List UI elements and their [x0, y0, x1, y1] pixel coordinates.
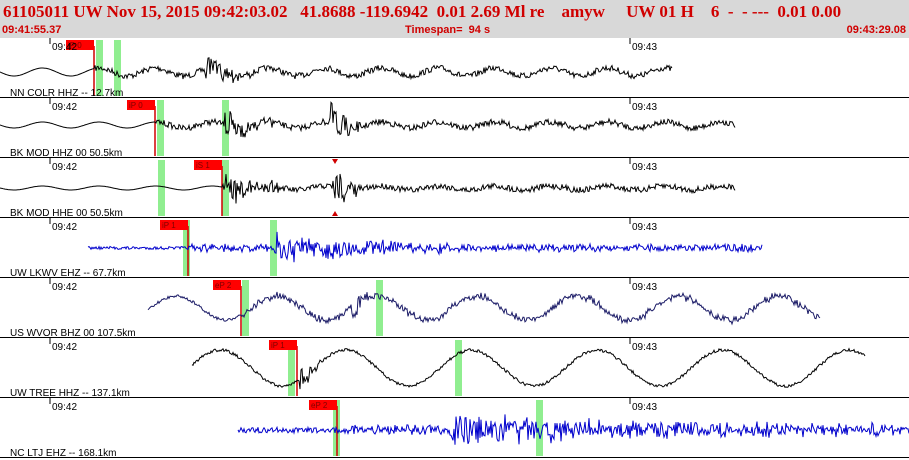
- channel-0[interactable]: iP 009:42 09:43NN COLR HHZ -- 12.7km: [0, 38, 909, 99]
- time-end-label: 09:43:29.08: [846, 24, 906, 36]
- time-start-label: 09:41:55.37: [2, 24, 62, 36]
- event-title: 61105011 UW Nov 15, 2015 09:42:03.02 41.…: [3, 2, 842, 21]
- pick-label: eP 2: [311, 401, 328, 410]
- time-tick-label: 09:42: [52, 102, 77, 113]
- phase-marker-green: [376, 280, 383, 336]
- seismogram-trace: [0, 101, 736, 138]
- phase-marker-green: [158, 160, 165, 216]
- time-tick-label: 09:43: [632, 42, 657, 53]
- time-tick-label: 09:43: [632, 162, 657, 173]
- amplitude-marker-bottom: [332, 211, 338, 216]
- seismogram-trace: [0, 173, 736, 204]
- time-tick-label: 09:43: [632, 222, 657, 233]
- channel-6[interactable]: eP 2 09:42 09:43 NC LTJ EHZ -- 168.1km: [0, 398, 909, 459]
- time-tick-label: 09:43: [632, 102, 657, 113]
- time-tick-label: 09:43: [632, 282, 657, 293]
- channel-2[interactable]: iS 1 09:42 09:43 BK MOD HHE 00 50.5km: [0, 158, 909, 219]
- pick-label: iS 1: [196, 161, 210, 170]
- channel-label: NC LTJ EHZ -- 168.1km: [10, 448, 117, 459]
- waveform-panel[interactable]: iP 0 09:42 09:43 NN COLR HHZ -- 12.7kmiP 0 0…: [0, 38, 909, 460]
- channel-3[interactable]: iP 1 09:42 09:43 UW LKWV EHZ -- 67.7km: [0, 218, 909, 279]
- time-tick-label: 09:42: [52, 162, 77, 173]
- time-tick-label: 09:42: [52, 342, 77, 353]
- channel-label: BK MOD HHE 00 50.5km: [10, 208, 123, 219]
- channel-label: US WVOR BHZ 00 107.5km: [10, 328, 136, 339]
- channel-label: NN COLR HHZ -- 12.7km: [10, 88, 123, 99]
- channel-5[interactable]: iP 1 09:42 09:43 UW TREE HHZ -- 137.1km: [0, 338, 909, 399]
- pick-label: eP 2: [215, 281, 232, 290]
- channel-1[interactable]: iP 0 09:42 09:43 BK MOD HHZ 00 50.5km: [0, 98, 909, 159]
- timespan-label: Timespan= 94 s: [405, 24, 491, 36]
- phase-marker-green: [157, 100, 164, 156]
- phase-marker-green: [222, 160, 229, 216]
- channel-4[interactable]: eP 2 09:42 09:43 US WVOR BHZ 00 107.5km: [0, 278, 909, 339]
- channel-label: BK MOD HHZ 00 50.5km: [10, 148, 122, 159]
- channel-label: UW LKWV EHZ -- 67.7km: [10, 268, 126, 279]
- pick-label: iP 1: [271, 341, 285, 350]
- pick-label: iP 1: [162, 221, 176, 230]
- time-tick-label: 09:43: [632, 402, 657, 413]
- time-tick-label: 09:42: [52, 282, 77, 293]
- time-tick-label: 09:42: [52, 222, 77, 233]
- amplitude-marker-top: [332, 159, 338, 164]
- time-tick-label: 09:42: [52, 42, 77, 53]
- phase-marker-green: [242, 280, 249, 336]
- pick-label: iP 0: [129, 101, 143, 110]
- event-header: 61105011 UW Nov 15, 2015 09:42:03.02 41.…: [0, 0, 909, 38]
- phase-marker-green: [455, 340, 462, 396]
- channel-label: UW TREE HHZ -- 137.1km: [10, 388, 130, 399]
- time-tick-label: 09:43: [632, 342, 657, 353]
- time-tick-label: 09:42: [52, 402, 77, 413]
